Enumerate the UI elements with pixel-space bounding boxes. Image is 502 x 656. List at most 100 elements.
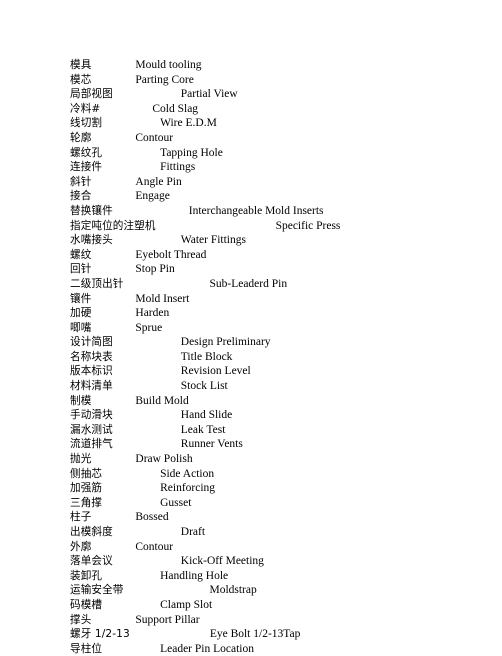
term-chinese: 加强筋	[70, 482, 103, 495]
term-chinese: 二级顶出针	[70, 277, 124, 290]
term-english: Eye Bolt 1/2-13Tap	[209, 628, 301, 641]
term-chinese: 出模斜度	[70, 526, 113, 538]
term-english: Leak Test	[180, 423, 226, 436]
term-chinese: 外廓	[70, 540, 92, 553]
term-chinese: 名称块表	[70, 350, 113, 363]
term-chinese: 螺牙 1/2-13	[70, 628, 130, 641]
glossary-row: 运输安全带 Moldstrap	[0, 583, 502, 598]
term-chinese: 接合	[70, 190, 92, 203]
glossary-row: 螺纹 Eyebolt Thread	[0, 248, 502, 263]
term-chinese: 镶件	[70, 292, 92, 305]
term-chinese: 模芯	[70, 73, 92, 86]
glossary-row: 螺牙 1/2-13 Eye Bolt 1/2-13Tap	[0, 627, 502, 642]
term-chinese: 抛光	[70, 453, 92, 466]
term-english: Kick-Off Meeting	[180, 555, 264, 568]
glossary-row: 码模槽 Clamp Slot	[0, 598, 502, 613]
glossary-list: 模具 Mould tooling 模芯 Parting Core 局部视图 Partial…	[0, 58, 502, 656]
term-english: Engage	[135, 190, 170, 203]
term-english: Reinforcing	[160, 482, 216, 495]
term-english: Mold Insert	[135, 292, 190, 305]
term-english: Draw Polish	[135, 453, 193, 466]
glossary-row: 抛光 Draw Polish	[0, 452, 502, 467]
term-chinese: 设计简图	[70, 336, 113, 349]
term-english: Partial View	[180, 88, 238, 101]
term-english: Handling Hole	[160, 569, 229, 582]
glossary-row: 回针 Stop Pin	[0, 262, 502, 277]
glossary-row: 落单会议 Kick-Off Meeting	[0, 554, 502, 569]
term-english: Fittings	[160, 161, 196, 174]
glossary-row: 连接件 Fittings	[0, 160, 502, 175]
term-chinese: 回针	[70, 263, 92, 276]
term-english: Title Block	[180, 350, 233, 363]
glossary-row: 漏水测试 Leak Test	[0, 423, 502, 438]
glossary-row: 二级顶出针 Sub-Leaderd Pin	[0, 277, 502, 292]
term-chinese: 指定吨位的注塑机	[70, 219, 156, 232]
term-english: Stop Pin	[135, 263, 175, 276]
term-english: Water Fittings	[180, 234, 246, 247]
glossary-row: 加强筋 Reinforcing	[0, 481, 502, 496]
glossary-row: 材料清单 Stock List	[0, 379, 502, 394]
term-chinese: 水嘴接头	[70, 234, 113, 247]
term-english: Side Action	[160, 467, 215, 480]
term-chinese: 螺纹	[70, 248, 92, 261]
term-chinese: 替换镶件	[70, 204, 113, 217]
term-english: Contour	[135, 131, 174, 144]
term-english: Contour	[135, 540, 174, 553]
term-chinese: 轮廓	[70, 131, 92, 144]
term-english: Support Pillar	[135, 613, 200, 626]
glossary-row: 制模 Build Mold	[0, 394, 502, 409]
glossary-row: 侧抽芯 Side Action	[0, 467, 502, 482]
glossary-row: 线切割 Wire E.D.M	[0, 116, 502, 131]
glossary-row: 加硬 Harden	[0, 306, 502, 321]
glossary-row: 接合 Engage	[0, 189, 502, 204]
term-chinese: 运输安全带	[70, 584, 124, 597]
term-english: Clamp Slot	[160, 598, 213, 611]
term-english: Stock List	[180, 380, 228, 393]
glossary-row: 局部视图 Partial View	[0, 87, 502, 102]
term-english: Mould tooling	[135, 59, 202, 71]
term-chinese: 版本标识	[70, 365, 113, 378]
term-english: Gusset	[160, 496, 192, 509]
glossary-row: 版本标识 Revision Level	[0, 364, 502, 379]
term-chinese: 手动滑块	[70, 409, 113, 422]
term-chinese: 局部视图	[70, 88, 113, 101]
term-english: Build Mold	[135, 394, 189, 407]
term-chinese: 柱子	[70, 511, 92, 524]
glossary-row: 名称块表 Title Block	[0, 350, 502, 365]
term-chinese: 落单会议	[70, 555, 113, 568]
glossary-row: 装卸孔 Handling Hole	[0, 569, 502, 584]
term-english: Cold Slag	[152, 102, 199, 115]
term-chinese: 线切割	[70, 117, 103, 130]
term-english: Wire E.D.M	[160, 117, 217, 130]
glossary-row: 水嘴接头 Water Fittings	[0, 233, 502, 248]
term-chinese: 码模槽	[70, 598, 103, 611]
term-english: Interchangeable Mold Inserts	[188, 204, 324, 217]
term-chinese: 侧抽芯	[70, 467, 103, 480]
glossary-row: 模具 Mould tooling	[0, 58, 502, 73]
term-chinese: 唧嘴	[70, 321, 92, 334]
glossary-row: 撑头 Support Pillar	[0, 613, 502, 628]
glossary-row: 三角撑 Gusset	[0, 496, 502, 511]
term-english: Harden	[135, 307, 170, 320]
term-chinese: 三角撑	[70, 496, 103, 509]
glossary-row: 唧嘴 Sprue	[0, 321, 502, 336]
term-chinese: 材料清单	[70, 380, 113, 393]
glossary-row: 冷料# Cold Slag	[0, 102, 502, 117]
glossary-row: 替换镶件 Interchangeable Mold Inserts	[0, 204, 502, 219]
glossary-row: 螺纹孔 Tapping Hole	[0, 146, 502, 161]
term-chinese: 斜针	[70, 175, 92, 188]
glossary-row: 手动滑块 Hand Slide	[0, 408, 502, 423]
glossary-row: 柱子 Bossed	[0, 510, 502, 525]
term-chinese: 螺纹孔	[70, 146, 103, 159]
term-english: Specific Press	[275, 219, 341, 232]
term-chinese: 流道排气	[70, 438, 113, 451]
term-chinese: 连接件	[70, 161, 103, 174]
term-english: Draft	[180, 526, 206, 538]
term-chinese: 装卸孔	[70, 569, 103, 582]
glossary-row: 外廓 Contour	[0, 540, 502, 555]
term-chinese: 模具	[70, 59, 92, 71]
glossary-row: 模芯 Parting Core	[0, 73, 502, 88]
glossary-row: 轮廓 Contour	[0, 131, 502, 146]
term-english: Tapping Hole	[160, 146, 223, 159]
term-chinese: 撑头	[70, 613, 92, 626]
